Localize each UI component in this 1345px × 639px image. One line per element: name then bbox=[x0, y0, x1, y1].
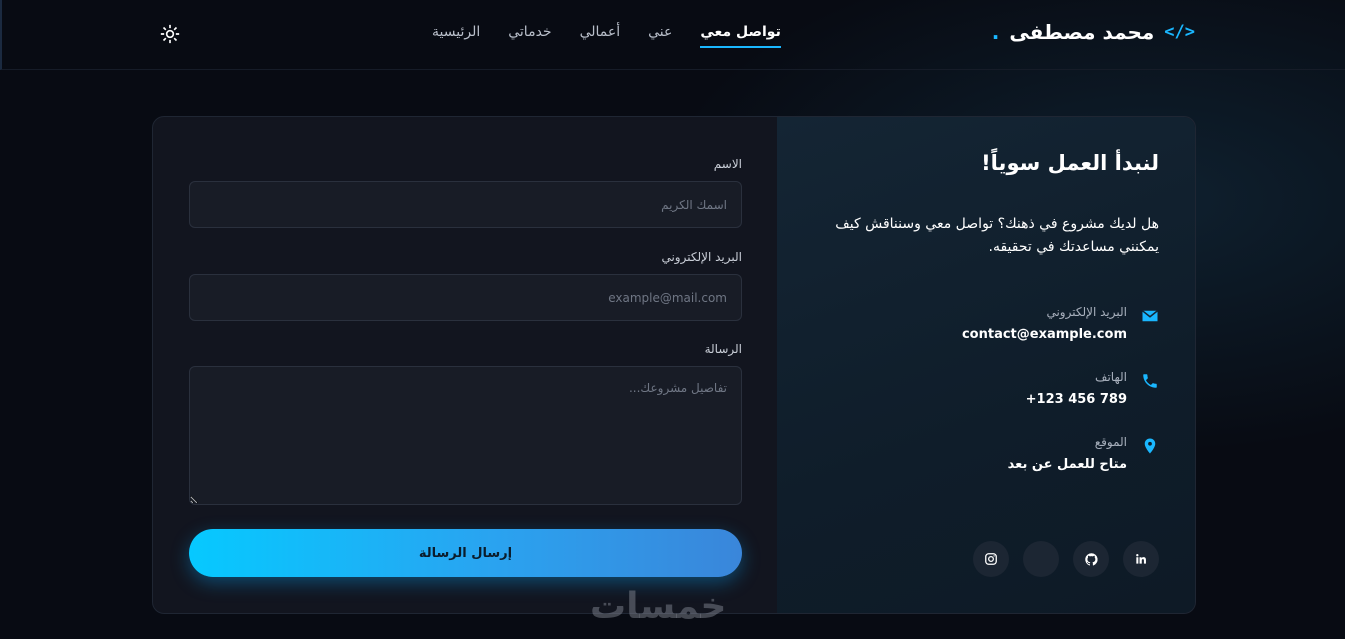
watermark-logo: خمسات bbox=[590, 586, 727, 627]
contact-email: البريد الإلكتروني contact@example.com bbox=[962, 305, 1159, 342]
instagram-icon[interactable] bbox=[973, 541, 1009, 577]
contact-phone: الهاتف +123 456 789 bbox=[1026, 370, 1159, 407]
contact-email-value[interactable]: contact@example.com bbox=[962, 327, 1127, 342]
nav-item-portfolio[interactable]: أعمالي bbox=[580, 24, 621, 48]
contact-info-panel: لنبدأ العمل سوياً! هل لديك مشروع في ذهنك… bbox=[777, 117, 1195, 613]
logo-dot: . bbox=[991, 20, 1000, 44]
contact-phone-value[interactable]: +123 456 789 bbox=[1026, 392, 1127, 407]
phone-icon bbox=[1141, 372, 1159, 390]
linkedin-icon[interactable] bbox=[1123, 541, 1159, 577]
site-header: </> محمد مصطفى. الرئيسية خدماتي أعمالي ع… bbox=[0, 0, 1345, 70]
gear-icon[interactable] bbox=[160, 24, 180, 44]
contact-email-label: البريد الإلكتروني bbox=[1046, 305, 1127, 319]
nav-item-home[interactable]: الرئيسية bbox=[432, 24, 480, 48]
message-textarea[interactable] bbox=[189, 366, 742, 505]
location-pin-icon bbox=[1141, 437, 1159, 455]
blank-social-icon[interactable] bbox=[1023, 541, 1059, 577]
message-label: الرسالة bbox=[704, 342, 742, 356]
send-message-button[interactable]: إرسال الرسالة bbox=[189, 529, 742, 577]
name-label: الاسم bbox=[713, 157, 742, 171]
nav-item-contact[interactable]: تواصل معي bbox=[700, 24, 781, 48]
contact-card: لنبدأ العمل سوياً! هل لديك مشروع في ذهنك… bbox=[152, 116, 1196, 614]
info-description: هل لديك مشروع في ذهنك؟ تواصل معي وسنناقش… bbox=[835, 216, 1159, 255]
logo-name: محمد مصطفى bbox=[1009, 20, 1155, 44]
info-title: لنبدأ العمل سوياً! bbox=[981, 151, 1159, 175]
social-links bbox=[973, 541, 1159, 577]
main-nav: الرئيسية خدماتي أعمالي عني تواصل معي bbox=[432, 24, 781, 48]
contact-location: الموقع متاح للعمل عن بعد bbox=[1008, 435, 1159, 472]
nav-item-about[interactable]: عني bbox=[648, 24, 672, 48]
envelope-icon bbox=[1141, 307, 1159, 325]
contact-location-value: متاح للعمل عن بعد bbox=[1007, 457, 1127, 472]
github-icon[interactable] bbox=[1073, 541, 1109, 577]
email-input[interactable] bbox=[189, 274, 742, 321]
email-label: البريد الإلكتروني bbox=[661, 250, 742, 264]
name-input[interactable] bbox=[189, 181, 742, 228]
code-icon: </> bbox=[1164, 22, 1195, 42]
contact-form: الاسم البريد الإلكتروني الرسالة إرسال ال… bbox=[153, 117, 779, 613]
contact-location-label: الموقع bbox=[1094, 435, 1127, 449]
contact-phone-label: الهاتف bbox=[1095, 370, 1127, 384]
site-logo[interactable]: </> محمد مصطفى. bbox=[992, 20, 1195, 44]
nav-item-services[interactable]: خدماتي bbox=[508, 24, 551, 48]
